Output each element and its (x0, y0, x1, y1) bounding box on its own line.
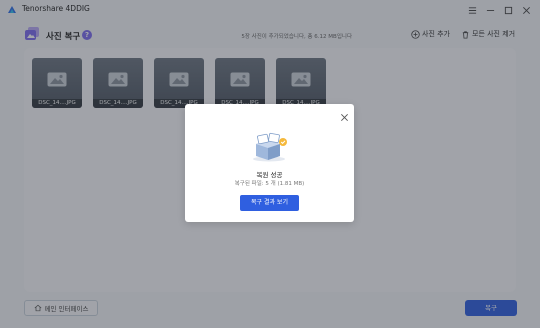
success-illustration-icon (253, 132, 287, 162)
recovery-success-dialog: 복원 성공 복구된 파일: 5 개 (1.81 MB) 복구 결과 보기 (185, 104, 354, 222)
dialog-title: 복원 성공 (256, 171, 283, 179)
close-icon (341, 114, 348, 121)
dialog-subtitle: 복구된 파일: 5 개 (1.81 MB) (234, 181, 305, 187)
dialog-close-button[interactable] (340, 107, 349, 121)
view-results-button[interactable]: 복구 결과 보기 (240, 195, 299, 211)
